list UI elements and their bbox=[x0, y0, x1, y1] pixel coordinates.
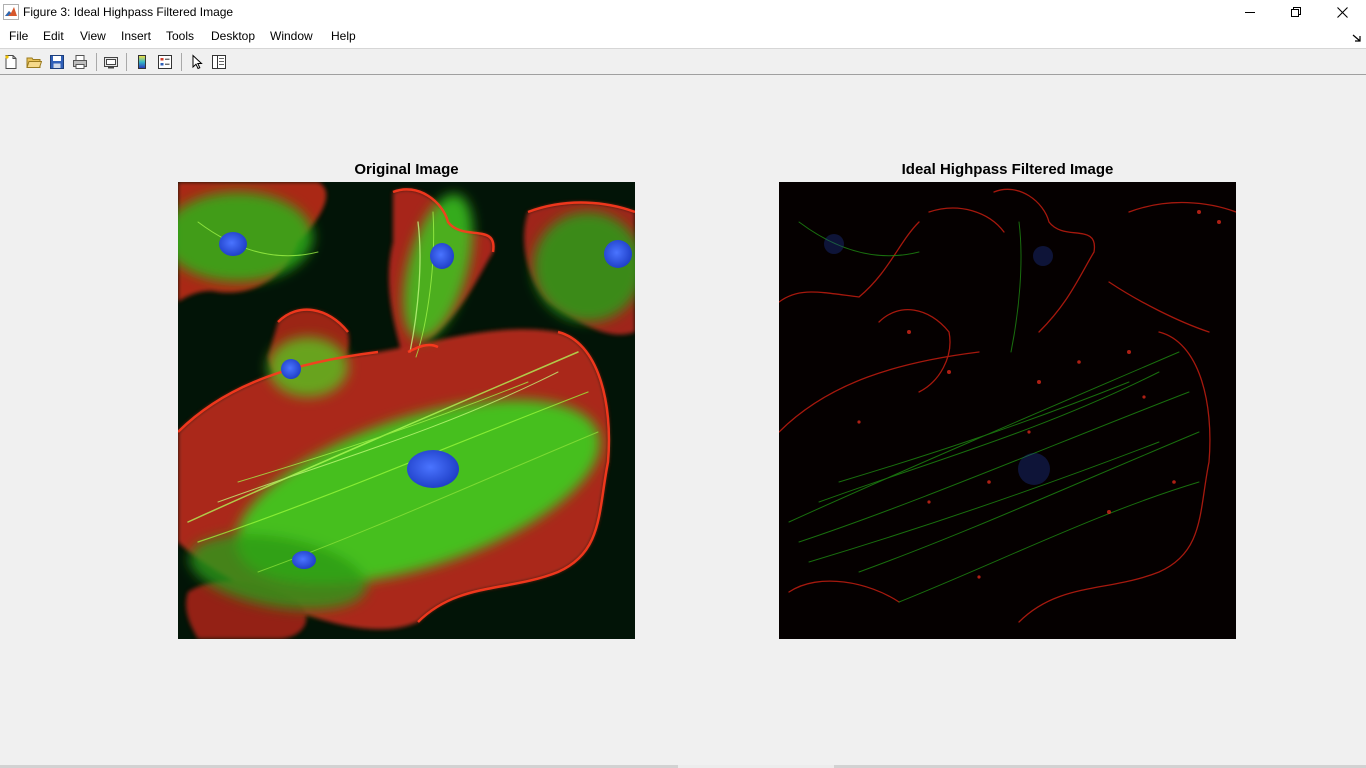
original-image-title: Original Image bbox=[354, 161, 459, 178]
print-figure-button[interactable] bbox=[71, 53, 89, 71]
filtered-image bbox=[779, 182, 1236, 639]
menu-bar: File Edit View Insert Tools Desktop Wind… bbox=[0, 24, 1366, 48]
save-figure-button[interactable] bbox=[48, 53, 66, 71]
toolbar-separator bbox=[181, 53, 182, 71]
filtered-image-title: Ideal Highpass Filtered Image bbox=[901, 161, 1114, 178]
restore-button[interactable] bbox=[1273, 0, 1319, 24]
insert-colorbar-icon bbox=[138, 55, 146, 69]
title-bar: Figure 3: Ideal Highpass Filtered Image bbox=[0, 0, 1366, 24]
toolbar-separator bbox=[126, 53, 127, 71]
close-icon bbox=[1336, 6, 1348, 18]
edit-plot-button[interactable] bbox=[188, 53, 206, 71]
insert-colorbar-button[interactable] bbox=[133, 53, 151, 71]
property-inspector-icon bbox=[212, 55, 226, 69]
dock-arrow-icon[interactable] bbox=[1352, 32, 1362, 42]
new-figure-button[interactable] bbox=[2, 53, 20, 71]
new-figure-icon bbox=[5, 55, 17, 69]
minimize-button[interactable] bbox=[1227, 0, 1273, 24]
menu-window[interactable]: Window bbox=[270, 29, 313, 43]
original-image bbox=[178, 182, 635, 639]
menu-edit[interactable]: Edit bbox=[43, 29, 64, 43]
minimize-icon bbox=[1245, 12, 1255, 13]
toolbar-separator bbox=[96, 53, 97, 71]
insert-legend-button[interactable] bbox=[156, 53, 174, 71]
link-plot-icon bbox=[104, 57, 118, 69]
menu-view[interactable]: View bbox=[80, 29, 106, 43]
print-figure-icon bbox=[73, 55, 87, 69]
close-button[interactable] bbox=[1319, 0, 1365, 24]
figure-toolbar bbox=[0, 48, 1366, 75]
open-file-button[interactable] bbox=[25, 53, 43, 71]
menu-help[interactable]: Help bbox=[331, 29, 356, 43]
restore-icon bbox=[1291, 7, 1301, 17]
insert-legend-icon bbox=[158, 55, 172, 69]
matlab-icon bbox=[3, 4, 19, 20]
edit-plot-pointer-icon bbox=[192, 54, 203, 70]
open-file-icon bbox=[26, 57, 42, 68]
menu-desktop[interactable]: Desktop bbox=[211, 29, 255, 43]
property-inspector-button[interactable] bbox=[210, 53, 228, 71]
window-title: Figure 3: Ideal Highpass Filtered Image bbox=[23, 5, 234, 19]
save-figure-icon bbox=[50, 55, 64, 69]
menu-file[interactable]: File bbox=[9, 29, 28, 43]
menu-tools[interactable]: Tools bbox=[166, 29, 194, 43]
link-plot-button[interactable] bbox=[102, 53, 120, 71]
menu-insert[interactable]: Insert bbox=[121, 29, 151, 43]
